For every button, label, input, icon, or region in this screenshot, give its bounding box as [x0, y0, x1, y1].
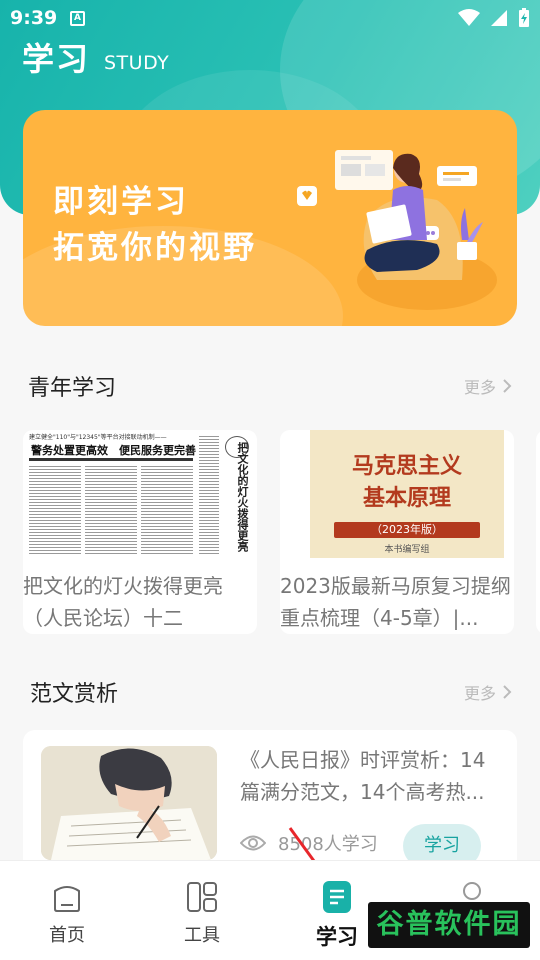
tools-icon: [187, 882, 217, 912]
news-vertical-title: 把文化的灯火拨得更亮: [236, 442, 249, 552]
studying-person-illustration: [297, 150, 497, 310]
signal-icon: [491, 10, 507, 26]
section-title-essay: 范文赏析: [30, 682, 119, 707]
home-icon: [54, 886, 80, 912]
youth-card[interactable]: 马克思主义 基本原理 （2023年版） 本书编写组 2023版最新马原复习提纲重…: [280, 430, 514, 634]
article-title: 《人民日报》时评赏析：14篇满分范文，14个高考热...: [240, 748, 486, 804]
battery-icon: [519, 8, 529, 27]
card-thumbnail: 马克思主义 基本原理 （2023年版） 本书编写组: [280, 430, 514, 560]
news-column: [29, 464, 81, 556]
promo-banner[interactable]: 即刻学习 拓宽你的视野: [23, 110, 517, 326]
student-writing-illustration: [41, 746, 217, 860]
news-headline: 警务处置更高效 便民服务更完善: [31, 444, 196, 457]
notification-a-icon: A: [70, 11, 85, 26]
tab-tools[interactable]: 工具: [162, 881, 242, 947]
newspaper-image: 建立健全"110"与"12345"等平台对接联动机制—— 警务处置更高效 便民服…: [23, 430, 255, 558]
tab-study[interactable]: 学习: [297, 881, 377, 951]
study-icon: [323, 881, 351, 913]
chevron-right-icon: [503, 379, 512, 393]
section-title-youth: 青年学习: [28, 376, 117, 401]
card-thumbnail: 建立健全"110"与"12345"等平台对接联动机制—— 警务处置更高效 便民服…: [23, 430, 257, 560]
watermark-logo: 谷普软件园: [368, 902, 530, 948]
news-column: [141, 464, 193, 556]
book-edition: （2023年版）: [334, 522, 480, 538]
status-icons: [458, 8, 530, 28]
tab-label: 工具: [184, 925, 220, 946]
youth-more-link[interactable]: 更多: [464, 374, 512, 398]
banner-subheadline: 拓宽你的视野: [53, 230, 257, 266]
status-bar: 9:39 A: [0, 0, 540, 36]
status-time: 9:39: [10, 7, 58, 29]
youth-card-peek[interactable]: [536, 430, 540, 634]
book-title-line1: 马克思主义: [351, 453, 462, 479]
tab-label: 首页: [49, 925, 85, 946]
more-label: 更多: [463, 378, 496, 397]
page-subtitle: STUDY: [104, 52, 170, 74]
card-title: 把文化的灯火拨得更亮（人民论坛）十二: [23, 574, 223, 630]
news-column: [85, 464, 137, 556]
news-divider: [29, 458, 193, 461]
chevron-right-icon: [503, 685, 512, 699]
eye-icon: [240, 835, 266, 851]
news-kicker: 建立健全"110"与"12345"等平台对接联动机制——: [29, 434, 167, 441]
youth-card[interactable]: 建立健全"110"与"12345"等平台对接联动机制—— 警务处置更高效 便民服…: [23, 430, 257, 634]
news-column: [199, 434, 219, 556]
tab-home[interactable]: 首页: [27, 881, 107, 947]
book-cover-image: 马克思主义 基本原理 （2023年版） 本书编写组: [310, 430, 504, 558]
page-title: 学习: [22, 40, 91, 78]
essay-more-link[interactable]: 更多: [464, 680, 512, 704]
card-title: 2023版最新马原复习提纲重点梳理（4-5章）|...: [280, 574, 511, 630]
more-label: 更多: [463, 684, 496, 703]
banner-headline: 即刻学习: [53, 184, 189, 220]
tab-label: 学习: [316, 925, 358, 949]
book-title-line2: 基本原理: [362, 485, 451, 511]
article-thumbnail: [41, 746, 217, 860]
wifi-icon: [458, 9, 480, 26]
book-publisher: 本书编写组: [384, 545, 430, 555]
